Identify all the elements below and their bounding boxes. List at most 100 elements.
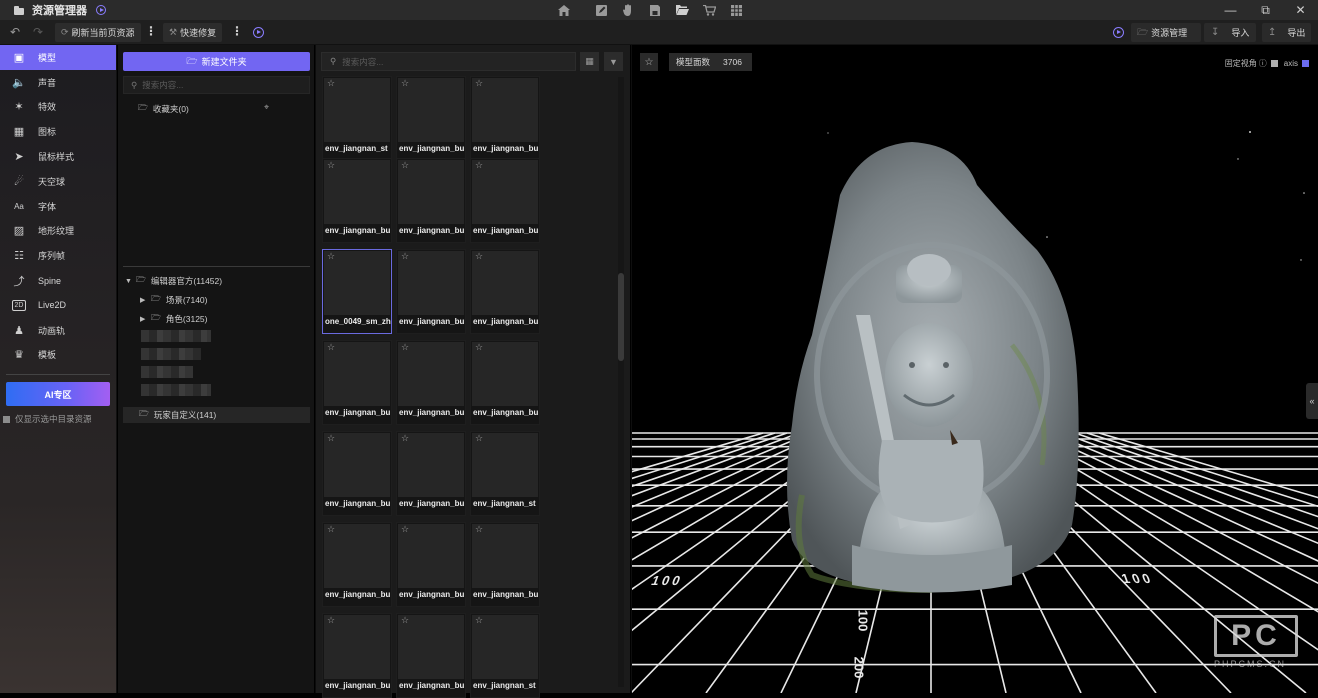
- star-icon[interactable]: ☆: [401, 615, 409, 626]
- asset-manage-button[interactable]: 🗁 资源管理: [1131, 23, 1202, 42]
- nav-item-sound[interactable]: 🔈 声音: [0, 70, 116, 95]
- star-icon[interactable]: ☆: [475, 433, 483, 444]
- show-selected-checkbox[interactable]: [3, 416, 10, 424]
- star-icon[interactable]: ☆: [327, 160, 335, 171]
- scrollbar-track[interactable]: [618, 77, 624, 687]
- star-icon[interactable]: ☆: [327, 433, 335, 444]
- asset-tile[interactable]: ☆ env_jiangnan_bu: [322, 613, 392, 698]
- model-preview-viewport[interactable]: 100 100 100 200 ☆ 模型面数 3706 固定视角 ⓘ axis …: [631, 45, 1318, 693]
- caret-right-icon[interactable]: ▶: [140, 315, 146, 323]
- nav-item-icons[interactable]: ▦ 图标: [0, 119, 116, 144]
- asset-tile[interactable]: ☆ env_jiangnan_bu: [322, 340, 392, 425]
- star-icon[interactable]: ☆: [327, 615, 335, 626]
- caret-right-icon[interactable]: ▶: [140, 296, 146, 304]
- asset-tile[interactable]: ☆ env_jiangnan_bu: [396, 613, 466, 698]
- asset-tile[interactable]: ☆ env_jiangnan_bu: [396, 76, 466, 161]
- new-folder-button[interactable]: 🗁 新建文件夹: [123, 52, 310, 71]
- folder-open-icon[interactable]: [674, 2, 690, 18]
- export-button[interactable]: ↥ 导出: [1262, 23, 1312, 42]
- asset-tile[interactable]: ☆ env_jiangnan_bu: [470, 158, 540, 243]
- help-icon[interactable]: ⓘ: [1259, 58, 1267, 69]
- star-icon[interactable]: ☆: [475, 342, 483, 353]
- asset-tile[interactable]: ☆ env_jiangnan_bu: [396, 249, 466, 334]
- star-icon[interactable]: ☆: [401, 524, 409, 535]
- asset-tile[interactable]: ☆ env_jiangnan_bu: [470, 522, 540, 607]
- star-icon[interactable]: ☆: [475, 160, 483, 171]
- edit-icon[interactable]: [593, 2, 609, 18]
- undo-icon[interactable]: ↶: [10, 25, 20, 39]
- star-icon[interactable]: ☆: [401, 433, 409, 444]
- nav-item-effects[interactable]: ✶ 特效: [0, 95, 116, 120]
- asset-tile[interactable]: ☆ env_jiangnan_bu: [396, 431, 466, 516]
- star-icon[interactable]: ☆: [475, 251, 483, 262]
- play-icon[interactable]: [96, 5, 106, 15]
- import-button[interactable]: ↧ 导入: [1204, 23, 1257, 42]
- cart-icon[interactable]: [701, 2, 717, 18]
- fixed-view-checkbox[interactable]: [1270, 60, 1278, 67]
- nav-item-spine[interactable]: ⤴ Spine: [0, 268, 116, 293]
- locate-icon[interactable]: ⌖: [264, 102, 269, 113]
- star-icon[interactable]: ☆: [401, 342, 409, 353]
- axis-checkbox[interactable]: [1302, 60, 1309, 67]
- nav-item-cursor[interactable]: ➤ 鼠标样式: [0, 144, 116, 169]
- nav-item-skybox[interactable]: ☄ 天空球: [0, 169, 116, 194]
- minimize-icon[interactable]: —: [1213, 0, 1248, 20]
- tree-item-official[interactable]: ▼ 🗁 编辑器官方(11452): [125, 273, 222, 289]
- asset-tile[interactable]: ☆ env_jiangnan_st: [322, 76, 392, 161]
- grid-icon[interactable]: [728, 2, 744, 18]
- star-icon[interactable]: ☆: [327, 78, 335, 89]
- asset-tile[interactable]: ☆ env_jiangnan_bu: [470, 340, 540, 425]
- scrollbar-thumb[interactable]: [618, 273, 624, 361]
- save-icon[interactable]: [647, 2, 663, 18]
- restore-icon[interactable]: ⧉: [1248, 0, 1283, 20]
- asset-tile[interactable]: ☆ env_jiangnan_bu: [322, 522, 392, 607]
- hand-icon[interactable]: [620, 2, 636, 18]
- asset-tile[interactable]: ☆ env_jiangnan_bu: [470, 76, 540, 161]
- tree-item-custom[interactable]: 🗁 玩家自定义(141): [123, 407, 310, 423]
- nav-item-animation[interactable]: ♟ 动画轨: [0, 318, 116, 343]
- asset-tile[interactable]: ☆ env_jiangnan_bu: [396, 158, 466, 243]
- play-icon[interactable]: [253, 27, 264, 38]
- asset-tile[interactable]: ☆ env_jiangnan_st: [470, 613, 540, 698]
- ai-zone-button[interactable]: AI专区: [6, 382, 110, 407]
- filter-button[interactable]: ▼: [604, 52, 623, 71]
- asset-tile[interactable]: ☆ env_jiangnan_bu: [396, 340, 466, 425]
- nav-item-terrain[interactable]: ▨ 地形纹理: [0, 219, 116, 244]
- star-icon[interactable]: ☆: [401, 160, 409, 171]
- asset-tile[interactable]: ☆ env_jiangnan_bu: [470, 249, 540, 334]
- redo-icon[interactable]: ↷: [33, 25, 43, 39]
- nav-item-sequence[interactable]: ☷ 序列帧: [0, 243, 116, 268]
- asset-tile[interactable]: ☆ env_jiangnan_bu: [322, 431, 392, 516]
- play-icon[interactable]: [1113, 27, 1124, 38]
- star-icon[interactable]: ☆: [475, 524, 483, 535]
- folder-search-input[interactable]: ⚲ 搜索内容...: [123, 76, 310, 94]
- more-icon[interactable]: ⋮: [231, 24, 243, 38]
- nav-item-live2d[interactable]: 2D Live2D: [0, 293, 116, 318]
- star-icon[interactable]: ☆: [475, 615, 483, 626]
- star-icon[interactable]: ☆: [401, 251, 409, 262]
- star-icon[interactable]: ☆: [401, 78, 409, 89]
- asset-tile[interactable]: ☆ env_jiangnan_bu: [396, 522, 466, 607]
- home-icon[interactable]: [556, 2, 572, 18]
- star-icon[interactable]: ☆: [327, 342, 335, 353]
- favorite-star-button[interactable]: ☆: [640, 53, 658, 71]
- more-icon[interactable]: ⋮: [145, 24, 157, 38]
- asset-tile[interactable]: ☆ env_jiangnan_st: [470, 431, 540, 516]
- asset-tile[interactable]: ☆ env_jiangnan_bu: [322, 158, 392, 243]
- asset-tile[interactable]: ☆ one_0049_sm_zh: [322, 249, 392, 334]
- nav-item-template[interactable]: ♛ 模板: [0, 343, 116, 368]
- caret-down-icon[interactable]: ▼: [125, 278, 132, 285]
- collapse-panel-button[interactable]: «: [1306, 383, 1318, 419]
- quick-fix-button[interactable]: ⚒ 快速修复: [163, 23, 223, 42]
- nav-item-font[interactable]: Aa 字体: [0, 194, 116, 219]
- grid-view-button[interactable]: ▦: [580, 52, 599, 71]
- refresh-button[interactable]: ⟳ 刷新当前页资源: [55, 23, 141, 42]
- close-icon[interactable]: ✕: [1283, 0, 1318, 20]
- favorites-folder[interactable]: 🗁 收藏夹(0): [138, 102, 189, 116]
- tree-item-character[interactable]: ▶ 🗁 角色(3125): [140, 311, 208, 327]
- tree-item-scene[interactable]: ▶ 🗁 场景(7140): [140, 292, 208, 308]
- asset-search-input[interactable]: ⚲ 搜索内容...: [321, 52, 576, 71]
- star-icon[interactable]: ☆: [327, 524, 335, 535]
- star-icon[interactable]: ☆: [327, 251, 335, 262]
- show-selected-option[interactable]: 仅显示选中目录资源: [3, 414, 116, 425]
